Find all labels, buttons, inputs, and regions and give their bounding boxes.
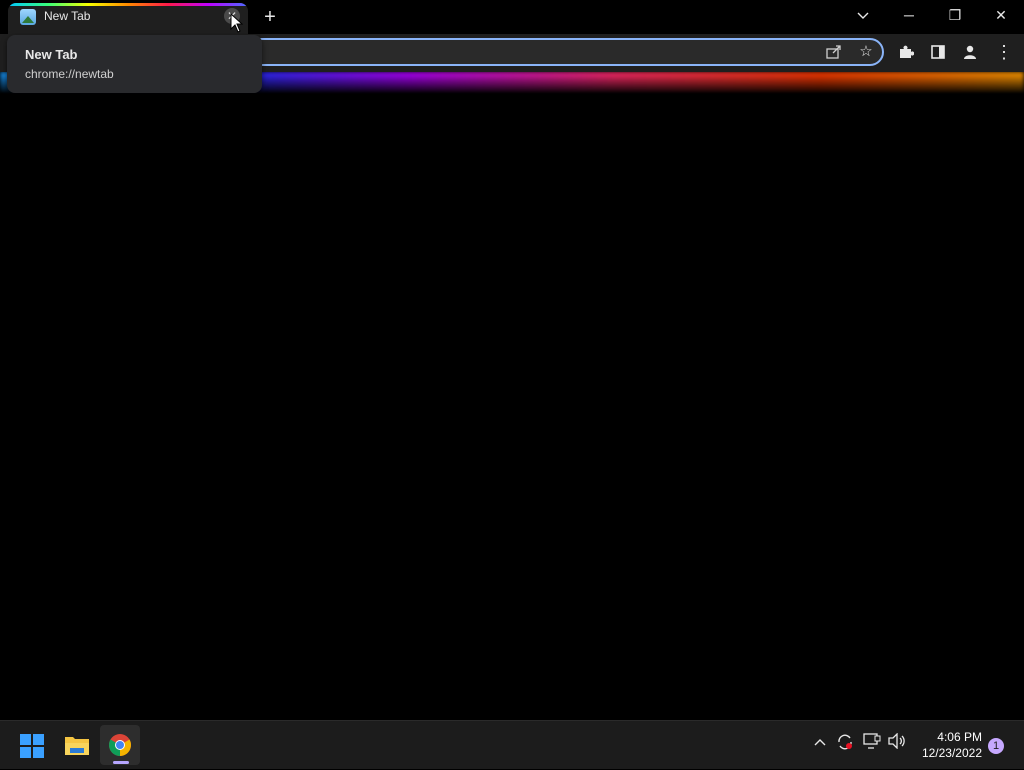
- show-hidden-icons-button[interactable]: [812, 733, 828, 749]
- tab-hovercard: New Tab chrome://newtab: [7, 35, 262, 93]
- puzzle-icon: [900, 45, 915, 58]
- network-icon: [863, 733, 881, 749]
- sync-icon: [838, 734, 852, 750]
- notification-badge[interactable]: 1: [988, 738, 1004, 754]
- taskbar: 4:06 PM 12/23/2022 1: [0, 720, 1024, 769]
- chevron-up-icon: [814, 739, 826, 746]
- file-explorer-button[interactable]: [57, 725, 97, 765]
- menu-button[interactable]: ⋮: [990, 38, 1018, 66]
- sync-status-button[interactable]: [836, 733, 854, 754]
- hovercard-title: New Tab: [25, 47, 78, 62]
- mouse-cursor-icon: [230, 13, 244, 33]
- extensions-button[interactable]: [892, 38, 920, 66]
- restore-button[interactable]: ❐: [932, 0, 978, 30]
- folder-icon: [65, 737, 89, 755]
- star-icon: ☆: [859, 43, 873, 60]
- profile-icon: [964, 45, 976, 59]
- tab-search-button[interactable]: [840, 0, 886, 30]
- bookmark-button[interactable]: ☆: [852, 38, 880, 66]
- network-button[interactable]: [862, 733, 882, 752]
- volume-icon: [888, 732, 905, 750]
- running-indicator: [113, 761, 129, 764]
- favicon-icon: [20, 9, 36, 25]
- share-button[interactable]: [820, 38, 848, 66]
- chrome-icon: [109, 734, 131, 756]
- tab-strip: New Tab ✕ + ─ ❐ ✕: [0, 0, 1024, 34]
- volume-button[interactable]: [886, 732, 908, 752]
- clock-date[interactable]: 12/23/2022: [912, 746, 982, 760]
- tab-title: New Tab: [44, 9, 91, 23]
- tab-rainbow-border: [8, 3, 248, 6]
- chrome-taskbar-button[interactable]: [100, 725, 140, 765]
- side-panel-icon: [931, 45, 945, 59]
- share-icon: [826, 45, 841, 59]
- windows-logo-icon: [20, 734, 44, 758]
- minimize-button[interactable]: ─: [886, 0, 932, 30]
- window-close-button[interactable]: ✕: [978, 0, 1024, 30]
- clock-time[interactable]: 4:06 PM: [926, 730, 982, 744]
- new-tab-button[interactable]: +: [258, 5, 282, 29]
- chevron-down-icon: [857, 12, 869, 19]
- tab-new-tab[interactable]: New Tab ✕: [8, 3, 248, 34]
- profile-button[interactable]: [956, 38, 984, 66]
- start-button[interactable]: [20, 734, 44, 758]
- hovercard-url: chrome://newtab: [25, 67, 114, 81]
- side-panel-button[interactable]: [924, 38, 952, 66]
